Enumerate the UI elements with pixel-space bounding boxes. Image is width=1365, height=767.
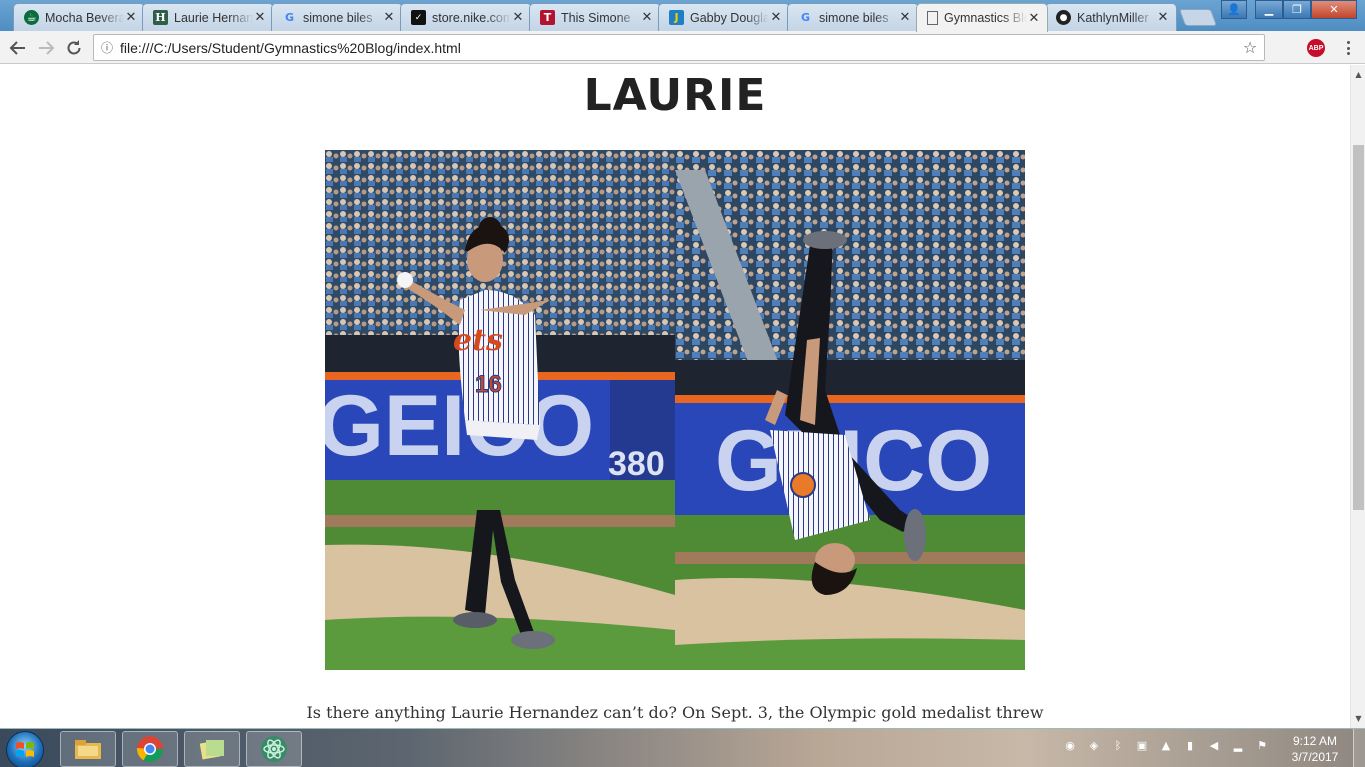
close-tab-icon[interactable]: ✕ [382,10,396,25]
page-heading: LAURIE [583,70,767,121]
scroll-up-icon[interactable]: ▲ [1351,67,1365,82]
bluetooth-icon[interactable]: ᛒ [1110,737,1126,753]
system-tray: ◉ ◈ ᛒ ▣ ▲ ▮ ◀ ▂ ⚑ [1062,737,1270,753]
tab-nike-store[interactable]: ✓ store.nike.com ✕ [400,3,532,31]
page-scrollbar[interactable]: ▲ ▼ [1350,65,1365,728]
tab-this-simone[interactable]: T This Simone ✕ [529,3,661,31]
page-content: LAURIE GEICO 380 ets 16 Is there anythin… [0,65,1350,728]
page-icon [927,11,938,25]
security-shield-icon[interactable]: ◈ [1086,737,1102,753]
back-arrow-icon[interactable] [6,36,30,60]
user-profile-icon[interactable]: 👤 [1221,0,1247,19]
start-button[interactable] [6,731,44,767]
network-globe-icon[interactable]: ◉ [1062,737,1078,753]
file-explorer-icon[interactable] [60,731,116,767]
tab-simone-biles-search[interactable]: G simone biles ✕ [271,3,403,31]
forward-arrow-icon[interactable] [34,36,58,60]
close-tab-icon[interactable]: ✕ [898,10,912,25]
jersey-number: 16 [475,371,502,398]
scroll-down-icon[interactable]: ▼ [1351,711,1365,726]
tab-gymnastics-blog[interactable]: Gymnastics Blog ✕ [916,3,1048,32]
jersey-text: ets [453,323,503,358]
tab-label: simone biles [819,10,889,25]
display-icon[interactable]: ▣ [1134,737,1150,753]
close-tab-icon[interactable]: ✕ [253,10,267,25]
tab-label: simone biles [303,10,373,25]
window-controls: 👤 ▁ ❐ ✕ [1221,0,1357,19]
laurie-baseball-photo: GEICO 380 ets 16 [325,150,1025,670]
tab-simone-biles-search-2[interactable]: G simone biles ✕ [787,3,919,31]
windows-taskbar: ◉ ◈ ᛒ ▣ ▲ ▮ ◀ ▂ ⚑ 9:12 AM 3/7/2017 [0,728,1365,767]
tab-label: This Simone [561,10,631,25]
battery-icon[interactable]: ▮ [1182,737,1198,753]
photo-panel-flip: GEICO [675,150,1025,670]
close-tab-icon[interactable]: ✕ [124,10,138,25]
screen: ☕ Mocha Beverages ✕ H Laurie Hernandez ✕… [0,0,1365,767]
close-tab-icon[interactable]: ✕ [511,10,525,25]
google-icon: G [284,11,295,24]
photo-panel-throwing: GEICO 380 ets 16 [325,150,675,670]
taskbar-clock[interactable]: 9:12 AM 3/7/2017 [1280,733,1350,765]
minimize-button[interactable]: ▁ [1255,0,1283,19]
tab-label: Gabby Douglas [690,10,769,25]
j-site-icon: J [669,10,684,25]
update-icon[interactable]: ▲ [1158,737,1174,753]
tab-label: Laurie Hernandez [174,10,253,25]
info-icon[interactable]: ⓘ [94,39,120,56]
restore-button[interactable]: ❐ [1283,0,1311,19]
tab-label: store.nike.com [432,10,511,25]
chrome-icon[interactable] [122,731,178,767]
action-center-flag-icon[interactable]: ⚑ [1254,737,1270,753]
bookmark-star-icon[interactable]: ☆ [1236,38,1264,57]
close-window-button[interactable]: ✕ [1311,0,1357,19]
tab-label: KathlynMiller [1077,10,1149,25]
starbucks-icon: ☕ [24,10,39,25]
nike-icon: ✓ [411,10,426,25]
scrollbar-thumb[interactable] [1353,145,1364,510]
tab-mocha-beverages[interactable]: ☕ Mocha Beverages ✕ [13,3,145,31]
post-paragraph: Is there anything Laurie Hernandez can’t… [306,703,1044,722]
close-tab-icon[interactable]: ✕ [640,10,654,25]
signal-bars-icon[interactable]: ▂ [1230,737,1246,753]
tab-kathlyn-miller-github[interactable]: ● KathlynMiller ✕ [1045,3,1177,31]
github-icon: ● [1056,10,1071,25]
tab-laurie-hernandez[interactable]: H Laurie Hernandez ✕ [142,3,274,31]
clock-date: 3/7/2017 [1291,750,1339,764]
sticky-notes-icon[interactable] [184,731,240,767]
atom-icon[interactable] [246,731,302,767]
tab-label: Gymnastics Blog [944,11,1027,25]
tab-label: Mocha Beverages [45,10,124,25]
browser-toolbar: ⓘ ☆ ABP [0,31,1365,64]
browser-tab-strip: ☕ Mocha Beverages ✕ H Laurie Hernandez ✕… [0,0,1365,32]
volume-icon[interactable]: ◀ [1206,737,1222,753]
address-bar[interactable]: ⓘ ☆ [93,34,1265,61]
show-desktop-button[interactable] [1353,729,1365,767]
close-tab-icon[interactable]: ✕ [1156,10,1170,25]
reload-icon[interactable] [62,36,86,60]
scoreboard-text: GEICO [325,378,594,474]
google-icon: G [800,11,811,24]
windows-logo-icon [16,742,34,757]
close-tab-icon[interactable]: ✕ [1027,11,1041,26]
h-site-icon: H [153,10,168,25]
browser-menu-icon[interactable] [1340,39,1356,57]
new-tab-button[interactable] [1178,9,1218,26]
clock-time: 9:12 AM [1292,734,1338,748]
t-site-icon: T [540,10,555,25]
tab-gabby-douglas[interactable]: J Gabby Douglas ✕ [658,3,790,31]
close-tab-icon[interactable]: ✕ [769,10,783,25]
adblock-plus-icon[interactable]: ABP [1307,39,1325,57]
scoreboard-number: 380 [608,445,665,483]
url-input[interactable] [120,39,1236,56]
